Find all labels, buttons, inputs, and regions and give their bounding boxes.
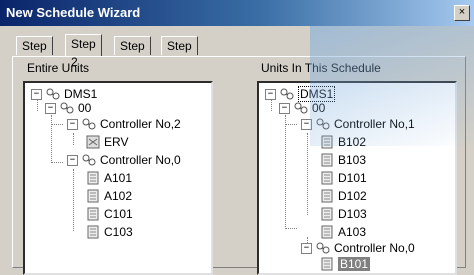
tree-unit[interactable]: C103 [85,223,133,241]
controller-icon [315,241,331,255]
tree-label: A103 [338,225,367,239]
tree-unit[interactable]: C101 [85,205,133,223]
controller-icon [81,153,97,167]
collapse-toggle[interactable]: − [301,242,312,254]
tree-node-controller[interactable]: − Controller No,2 [67,115,181,133]
network-icon [293,101,309,115]
tree-label: Controller No,2 [100,117,181,131]
erv-icon [85,135,101,149]
tree-label: D101 [338,171,367,185]
indoor-unit-icon [319,153,335,167]
tree-label: Controller No,0 [334,241,415,255]
collapse-toggle[interactable]: − [67,118,78,130]
indoor-unit-icon [319,135,335,149]
tree-node-controller[interactable]: − Controller No,0 [67,151,181,169]
tab-step-3[interactable]: Step 3 [114,36,151,71]
collapse-toggle[interactable]: − [67,154,78,166]
tree-label: B103 [338,153,367,167]
tree-label: Controller No,0 [100,153,181,167]
tree-unit[interactable]: D102 [319,187,367,205]
controller-icon [315,117,331,131]
network-icon [59,101,75,115]
tree-unit[interactable]: D103 [319,205,367,223]
tree-label: C103 [104,225,133,239]
tree-label: A101 [104,171,133,185]
indoor-unit-icon [319,189,335,203]
tree-label: Controller No,1 [334,117,415,131]
indoor-unit-icon [319,207,335,221]
collapse-toggle[interactable]: − [265,88,276,100]
tree-label: 00 [78,101,92,115]
tree-label: D102 [338,189,367,203]
tree-unit[interactable]: D101 [319,169,367,187]
tree-label: D103 [338,207,367,221]
tree-label: 00 [312,101,326,115]
tab-step-4[interactable]: Step 4 [161,36,198,71]
step-2-panel: Entire Units Units In This Schedule − DM… [12,56,466,275]
tree-unit[interactable]: B102 [319,133,366,151]
collapse-toggle[interactable]: − [31,88,42,100]
indoor-unit-icon [85,189,101,203]
schedule-units-tree[interactable]: − DMS1 − 00 − Controller No,1 B102 B103 [257,81,457,275]
tree-label: A102 [104,189,133,203]
controller-icon [81,117,97,131]
tree-unit[interactable]: A101 [85,169,132,187]
tab-step-1[interactable]: Step 1 [16,36,53,71]
close-button[interactable]: × [454,5,470,21]
tree-label: B102 [338,135,367,149]
schedule-units-header: Units In This Schedule [261,61,381,75]
entire-units-header: Entire Units [27,61,90,75]
indoor-unit-icon [85,171,101,185]
indoor-unit-icon [319,171,335,185]
tree-node-controller[interactable]: − Controller No,1 [301,115,415,133]
tree-unit[interactable]: B103 [319,151,366,169]
tree-unit[interactable]: A102 [85,187,132,205]
indoor-unit-icon [319,257,335,271]
tab-step-2[interactable]: Step 2 [65,34,102,69]
tree-unit-erv[interactable]: ERV [85,133,128,151]
collapse-toggle[interactable]: − [279,102,290,114]
tree-label: ERV [104,135,129,149]
tree-label: C101 [104,207,133,221]
entire-units-tree[interactable]: − DMS1 − 00 − Controller No,2 ERV − Cont… [23,81,213,275]
title-bar: New Schedule Wizard × [0,0,474,26]
collapse-toggle[interactable]: − [301,118,312,130]
indoor-unit-icon [85,207,101,221]
tree-label: B101 [338,257,371,271]
tree-unit-selected[interactable]: B101 [319,255,371,273]
indoor-unit-icon [85,225,101,239]
wizard-body: Step 1 Step 2 Step 3 Step 4 Entire Units… [0,26,474,275]
window-title: New Schedule Wizard [6,5,141,20]
indoor-unit-icon [319,225,335,239]
collapse-toggle[interactable]: − [45,102,56,114]
